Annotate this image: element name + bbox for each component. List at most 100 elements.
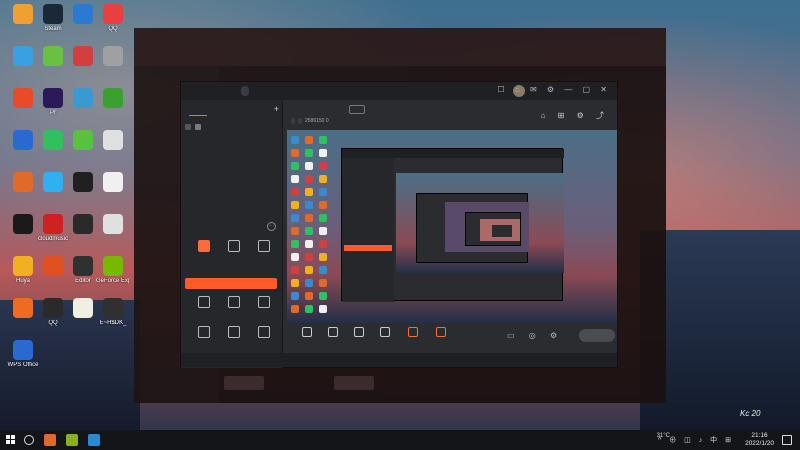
toolbox-item[interactable] <box>249 324 279 354</box>
preview-icon <box>319 292 327 300</box>
bottom-toolbar-item[interactable] <box>321 327 345 340</box>
preview-icon <box>305 253 313 261</box>
toolbox-item[interactable] <box>189 294 219 324</box>
toolbox-item[interactable] <box>249 238 279 268</box>
taskbar-app-icon[interactable] <box>66 434 78 446</box>
app-icon <box>43 130 63 150</box>
desktop-icon[interactable] <box>66 4 100 44</box>
bottom-extra-icons[interactable]: ▭ ◎ ⚙ <box>507 331 563 340</box>
desktop-icon[interactable] <box>96 130 130 170</box>
window-controls[interactable]: ☐ ⌂ ✉ ⚙ — ▢ ✕ <box>498 85 611 94</box>
promo-banner[interactable] <box>185 278 277 289</box>
desktop-icon[interactable]: QQ <box>96 4 130 44</box>
desktop-icon[interactable] <box>6 298 40 338</box>
preview-icon <box>291 175 299 183</box>
desktop-icon[interactable] <box>66 130 100 170</box>
desktop-icon[interactable] <box>96 214 130 254</box>
add-scene-button[interactable]: + <box>274 104 279 114</box>
search-icon[interactable] <box>24 435 34 445</box>
desktop-icon[interactable] <box>6 214 40 254</box>
desktop-icon[interactable] <box>6 4 40 44</box>
status-bar <box>181 353 617 367</box>
room-tag[interactable] <box>291 118 295 124</box>
desktop-icon[interactable] <box>66 46 100 86</box>
desktop-icon[interactable] <box>6 88 40 128</box>
bottom-toolbar-item[interactable] <box>295 327 319 340</box>
toolbox-item[interactable] <box>189 324 219 354</box>
start-live-button[interactable] <box>579 329 615 342</box>
edit-room-button[interactable] <box>349 105 365 114</box>
live-preview[interactable] <box>287 130 617 323</box>
notification-icon[interactable] <box>782 435 792 445</box>
desktop-icon[interactable] <box>66 172 100 212</box>
bottom-toolbar-item[interactable] <box>401 327 425 340</box>
desktop-icon[interactable] <box>96 172 130 212</box>
toolbox-item[interactable] <box>249 294 279 324</box>
preview-icon <box>305 305 313 313</box>
desktop-icon[interactable] <box>36 172 70 212</box>
preview-icon <box>319 305 327 313</box>
desktop-icon[interactable] <box>6 46 40 86</box>
version-badge[interactable] <box>241 86 249 96</box>
desktop-icon[interactable]: WPS Office <box>6 340 40 380</box>
app-icon <box>73 298 93 318</box>
tool-icon <box>258 296 270 308</box>
toolbox-item[interactable] <box>219 294 249 324</box>
app-icon <box>103 214 123 234</box>
scene-item[interactable] <box>185 124 279 135</box>
clock-date: 2022/1/20 <box>745 440 774 447</box>
desktop-icon-label: Huya <box>15 278 30 284</box>
toolbox-item[interactable] <box>219 324 249 354</box>
desktop-icon[interactable] <box>6 130 40 170</box>
desktop-icon[interactable]: GeForce Experience <box>96 256 130 296</box>
header-icons[interactable]: ⌂ ⊞ ⚙ ⤴ <box>541 110 609 121</box>
desktop-icon[interactable] <box>66 88 100 128</box>
tray-icons[interactable]: ^ ⊕ ◫ ♪ 中 ⊞ <box>658 435 734 445</box>
desktop-icon[interactable] <box>66 214 100 254</box>
desktop-icon[interactable] <box>6 172 40 212</box>
app-icon <box>13 130 33 150</box>
app-icon <box>103 130 123 150</box>
preview-icon <box>305 188 313 196</box>
app-icon <box>103 88 123 108</box>
preview-icon <box>305 266 313 274</box>
taskbar-app-icon[interactable] <box>44 434 56 446</box>
preview-icon <box>291 253 299 261</box>
desktop-icon[interactable] <box>36 130 70 170</box>
like-count: 0 <box>325 118 329 124</box>
desktop-icon[interactable] <box>96 88 130 128</box>
desktop-icon[interactable]: E~H$DK_ <box>96 298 130 338</box>
clock[interactable]: 21:16 2022/1/20 <box>745 432 774 448</box>
desktop-icon[interactable]: cloudmusic <box>36 214 70 254</box>
app-icon <box>13 214 33 234</box>
desktop-icon-label: Pr <box>50 110 56 116</box>
desktop-icon[interactable]: Huya <box>6 256 40 296</box>
room-tag[interactable] <box>298 118 302 124</box>
desktop-icon[interactable]: Steam <box>36 4 70 44</box>
desktop-icon[interactable] <box>36 256 70 296</box>
taskbar-app-icon[interactable] <box>88 434 100 446</box>
app-icon <box>103 46 123 66</box>
desktop-icon-label: QQ <box>108 26 118 32</box>
preview-icon <box>319 279 327 287</box>
desktop-icon[interactable] <box>36 46 70 86</box>
desktop-icon[interactable] <box>66 298 100 338</box>
toolbox-more-button[interactable]: ··· <box>267 222 276 231</box>
bottom-toolbar-item[interactable] <box>429 327 453 340</box>
toolbox-item[interactable] <box>219 238 249 268</box>
app-icon <box>73 172 93 192</box>
eye-icon[interactable] <box>185 124 191 130</box>
app-icon <box>13 298 33 318</box>
streaming-app-window[interactable]: ☐ ⌂ ✉ ⚙ — ▢ ✕ + ··· 2586150 0 ⌂ ⊞ ⚙ ⤴ ▭ … <box>180 81 618 368</box>
desktop-icon[interactable]: Pr <box>36 88 70 128</box>
lock-icon[interactable] <box>194 124 201 130</box>
desktop-icon[interactable]: Editor <box>66 256 100 296</box>
title-bar[interactable]: ☐ ⌂ ✉ ⚙ — ▢ ✕ <box>181 82 617 100</box>
desktop-icon[interactable]: QQ <box>36 298 70 338</box>
windows-start-icon[interactable] <box>6 435 16 445</box>
preview-icon <box>305 214 313 222</box>
desktop-icon[interactable] <box>96 46 130 86</box>
bottom-toolbar-item[interactable] <box>347 327 371 340</box>
bottom-toolbar-item[interactable] <box>373 327 397 340</box>
toolbox-item[interactable] <box>189 238 219 268</box>
